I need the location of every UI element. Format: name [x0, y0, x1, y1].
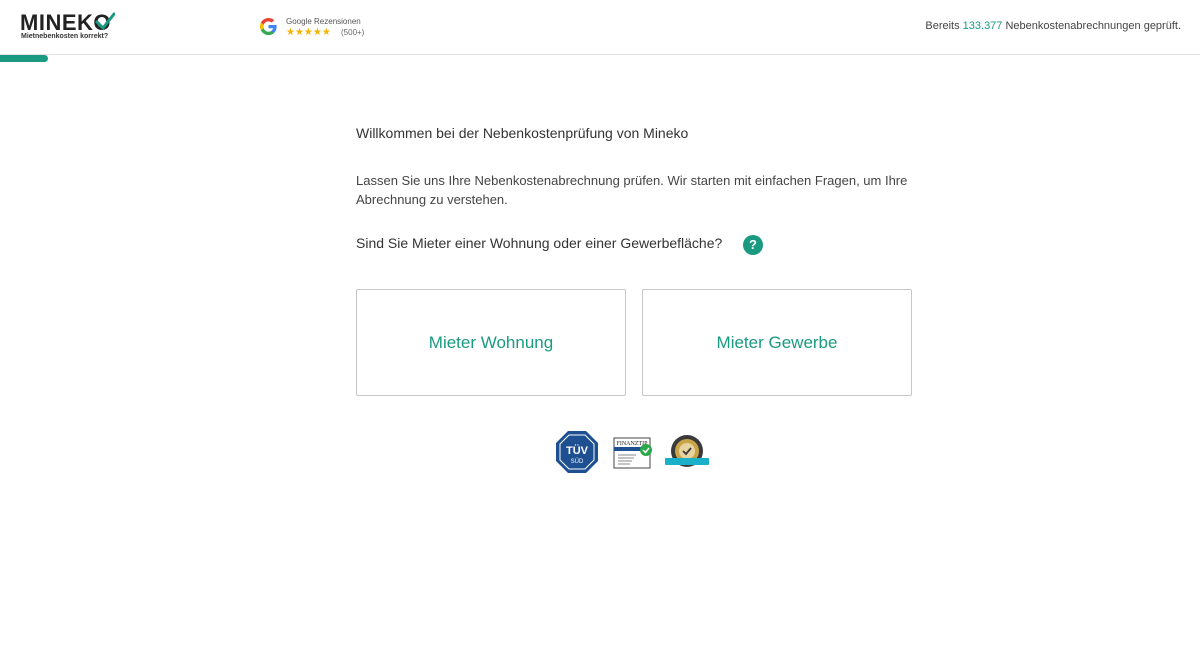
progress-bar	[0, 55, 48, 62]
award-seal-badge	[665, 435, 709, 467]
google-reviews-label: Google Rezensionen	[286, 17, 361, 26]
option-mieter-gewerbe-button[interactable]: Mieter Gewerbe	[642, 289, 912, 396]
rating-stars: ★★★★★	[286, 27, 331, 38]
finanztip-badge: FINANZTIP	[613, 437, 652, 469]
google-g-icon	[259, 17, 277, 36]
logo-tagline: Mietnebenkosten korrekt?	[21, 33, 109, 40]
tuv-sud-badge: TÜV SÜD	[556, 431, 598, 473]
counter-suffix: Nebenkostenabrechnungen geprüft.	[1002, 20, 1181, 32]
question-text: Sind Sie Mieter einer Wohnung oder einer…	[356, 235, 723, 251]
counter-prefix: Bereits	[925, 20, 963, 32]
review-count: (500+)	[341, 28, 365, 37]
option-mieter-wohnung-button[interactable]: Mieter Wohnung	[356, 289, 626, 396]
mineko-logo[interactable]: MINEKO Mietnebenkosten korrekt?	[20, 11, 120, 43]
counter-number: 133.377	[962, 20, 1003, 32]
intro-text: Lassen Sie uns Ihre Nebenkostenabrechnun…	[356, 173, 908, 207]
checked-counter: Bereits 133.377 Nebenkostenabrechnungen …	[925, 20, 1181, 32]
page-title: Willkommen bei der Nebenkostenprüfung vo…	[356, 125, 689, 141]
trust-badges: TÜV SÜD FINANZTIP	[555, 430, 715, 476]
question-icon[interactable]: ?	[743, 235, 763, 255]
header: MINEKO Mietnebenkosten korrekt? Google R…	[0, 0, 1200, 55]
tuv-text: TÜV	[566, 444, 589, 457]
tuv-sub-text: SÜD	[571, 458, 584, 465]
google-reviews[interactable]: Google Rezensionen ★★★★★ (500+)	[259, 16, 399, 40]
checkmark-icon	[95, 12, 115, 30]
